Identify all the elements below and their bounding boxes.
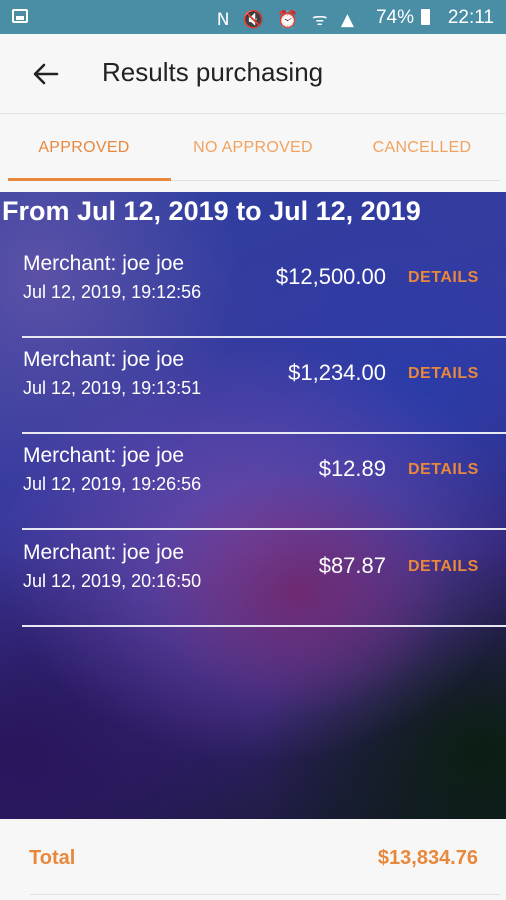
transaction-date: Jul 12, 2019, 19:13:51 [23, 378, 202, 398]
merchant-name: Merchant: joe joe [23, 444, 185, 467]
transaction-row[interactable]: Merchant: joe joe Jul 12, 2019, 20:16:50… [0, 531, 506, 627]
battery-percentage: 74% [375, 7, 414, 28]
details-button[interactable]: DETAILS [408, 269, 479, 287]
transaction-date: Jul 12, 2019, 20:16:50 [23, 571, 202, 591]
details-button[interactable]: DETAILS [408, 558, 479, 576]
total-bar: Total $13,834.76 [0, 819, 506, 900]
status-icons: N 🔇 ⏰ ᯤ ▲ [216, 10, 358, 30]
tab-approved[interactable]: APPROVED [0, 115, 168, 181]
transaction-date: Jul 12, 2019, 19:12:56 [23, 282, 202, 302]
merchant-name: Merchant: joe joe [23, 541, 185, 564]
transaction-amount: $1,234.00 [288, 360, 386, 385]
app-bar: Results purchasing [0, 34, 506, 114]
tab-bar: APPROVED NO APPROVED CANCELLED [0, 115, 506, 181]
tab-no-approved[interactable]: NO APPROVED [168, 115, 338, 181]
battery-icon [421, 9, 430, 25]
page-title: Results purchasing [102, 57, 324, 87]
status-bar: N 🔇 ⏰ ᯤ ▲ 74% 22:11 [0, 0, 506, 34]
results-panel: From Jul 12, 2019 to Jul 12, 2019 Mercha… [0, 192, 506, 819]
row-divider [22, 528, 506, 530]
back-arrow-icon[interactable] [30, 58, 62, 90]
date-range-heading: From Jul 12, 2019 to Jul 12, 2019 [2, 196, 421, 226]
transaction-row[interactable]: Merchant: joe joe Jul 12, 2019, 19:26:56… [0, 434, 506, 530]
transaction-amount: $12,500.00 [275, 264, 386, 289]
merchant-name: Merchant: joe joe [23, 252, 185, 275]
transaction-amount: $12.89 [318, 456, 386, 481]
transaction-row[interactable]: Merchant: joe joe Jul 12, 2019, 19:13:51… [0, 338, 506, 434]
clock: 22:11 [447, 7, 494, 28]
details-button[interactable]: DETAILS [408, 461, 479, 479]
tab-active-indicator [8, 178, 171, 181]
total-label: Total [29, 847, 76, 869]
gallery-notification-icon [12, 9, 28, 23]
transaction-date: Jul 12, 2019, 19:26:56 [23, 474, 202, 494]
merchant-name: Merchant: joe joe [23, 348, 185, 371]
total-value: $13,834.76 [377, 847, 478, 869]
details-button[interactable]: DETAILS [408, 365, 479, 383]
transaction-row[interactable]: Merchant: joe joe Jul 12, 2019, 19:12:56… [0, 242, 506, 338]
row-divider [22, 625, 506, 627]
total-divider [30, 894, 500, 895]
transaction-amount: $87.87 [318, 553, 386, 578]
tab-cancelled[interactable]: CANCELLED [338, 115, 506, 181]
